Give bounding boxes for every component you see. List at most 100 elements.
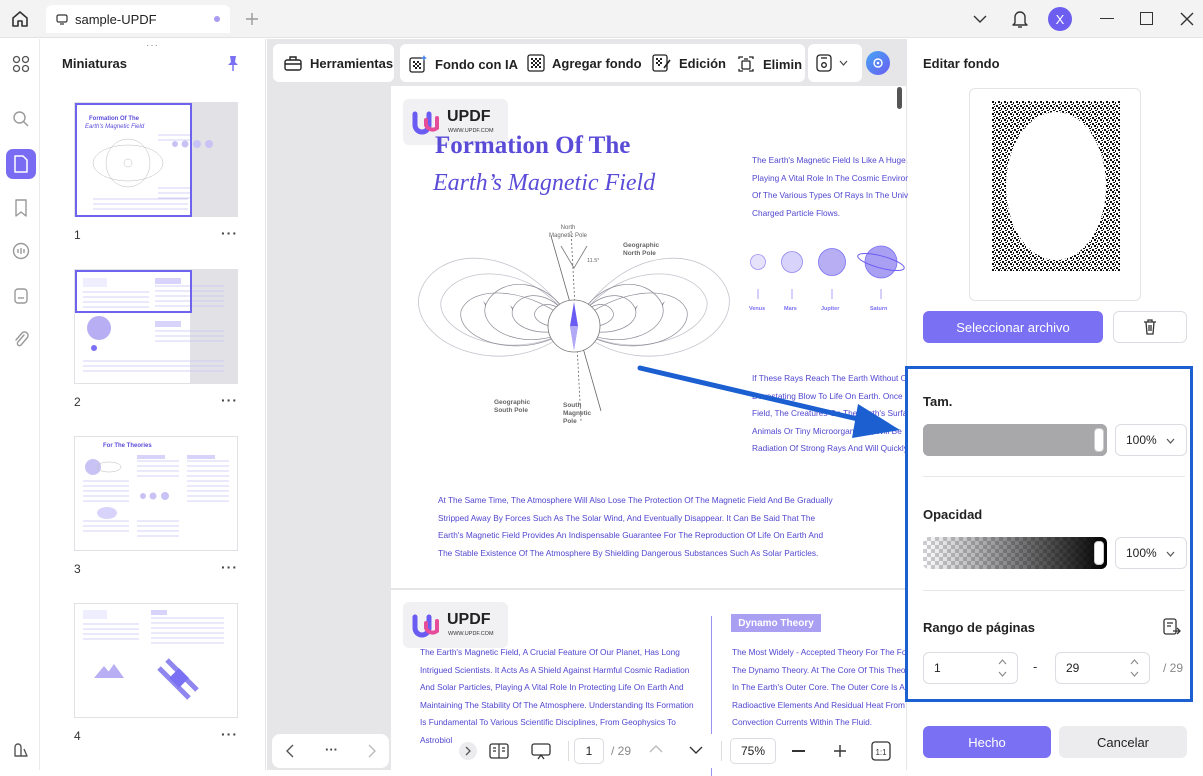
background-tools-group: Fondo con IA Agregar fondo Edición Elimi… [400, 44, 805, 82]
bell-icon[interactable] [1011, 9, 1029, 29]
planet-label: Mars [784, 306, 797, 312]
size-slider-fill [923, 424, 1107, 456]
opacity-slider-handle[interactable] [1094, 541, 1104, 565]
document-tab[interactable]: sample-UPDF [46, 5, 230, 33]
angle-label: 11.5° [587, 258, 600, 264]
avatar[interactable]: X [1048, 7, 1072, 31]
page-total: / 29 [611, 744, 632, 758]
resize-handle[interactable]: ··· [146, 40, 159, 51]
thumbnail-more-button[interactable]: ··· [221, 559, 238, 575]
chevron-right-icon[interactable] [367, 744, 377, 758]
thumbnails-panel: ··· Miniaturas Formation Of The Earth's … [41, 39, 266, 770]
planet-label: Jupiter [821, 306, 840, 312]
attachment-icon[interactable] [6, 325, 36, 355]
range-to-input[interactable]: 29 [1055, 652, 1150, 684]
divider [923, 590, 1185, 591]
vertical-scrollbar-thumb[interactable] [897, 87, 902, 109]
intro-paragraph: The Earth's Magnetic Field Is Like A Hug… [752, 155, 914, 218]
size-slider[interactable] [923, 424, 1107, 456]
collapse-arrow-icon[interactable] [459, 742, 477, 760]
tab-title: sample-UPDF [75, 11, 157, 27]
done-button[interactable]: Hecho [923, 726, 1051, 758]
maximize-icon[interactable] [1140, 12, 1153, 25]
frame-pattern-image [992, 101, 1120, 271]
panel-title: Editar fondo [923, 56, 1000, 71]
edit-background-button[interactable]: Edición [652, 54, 726, 72]
page-title: Formation Of The [435, 132, 631, 159]
new-tab-icon[interactable] [244, 11, 260, 27]
pin-icon[interactable] [226, 54, 240, 72]
thumbnail-more-button[interactable]: ··· [221, 726, 238, 742]
select-file-button[interactable]: Seleccionar archivo [923, 311, 1103, 343]
stepper-icon[interactable] [998, 658, 1007, 678]
zoom-level-input[interactable]: 75% [730, 738, 776, 764]
page-number-input[interactable]: 1 [574, 738, 604, 764]
svg-text:1:1: 1:1 [875, 748, 887, 757]
thumbnail-page-number: 1 [74, 228, 81, 242]
unsaved-dot [214, 16, 220, 22]
checker-icon [527, 54, 545, 72]
comment-icon[interactable] [6, 236, 36, 266]
opacity-slider[interactable] [923, 537, 1107, 569]
annotation-arrow [637, 365, 900, 438]
chevron-up-icon[interactable] [649, 744, 663, 754]
thumbnail-more-button[interactable]: ··· [221, 225, 238, 241]
page-thumbnail-1[interactable]: Formation Of The Earth's Magnetic Field [74, 102, 238, 217]
add-background-button[interactable]: Agregar fondo [527, 54, 642, 72]
page-subtitle: Earth’s Magnetic Field [433, 170, 656, 196]
page-thumbnail-4[interactable] [74, 603, 238, 718]
view-controls-bar: 1 / 29 75% 1:1 [453, 734, 902, 768]
page-range-options-icon[interactable] [1162, 617, 1182, 637]
search-icon[interactable] [6, 104, 36, 134]
left-rail [0, 39, 40, 770]
chevron-down-icon[interactable] [689, 745, 703, 755]
thumbnail-more-button[interactable]: ··· [221, 392, 238, 408]
page-thumbnails-icon[interactable] [6, 149, 36, 179]
page-range-label: Rango de páginas [923, 620, 1035, 635]
page-thumbnail-2[interactable] [74, 269, 238, 384]
actual-size-icon[interactable]: 1:1 [871, 741, 891, 761]
delete-button[interactable] [1113, 311, 1187, 343]
pdf-page-1[interactable]: UPDF WWW.UPDF.COM Formation Of The Earth… [391, 86, 913, 588]
geographic-north-pole-label: Geographic North Pole [623, 242, 660, 257]
reading-mode-icon[interactable] [489, 742, 509, 760]
thumb-title: For The Theories [103, 443, 152, 449]
zoom-in-icon[interactable] [833, 744, 847, 758]
thumbnail-page-number: 2 [74, 395, 81, 409]
toolbar: Herramientas Fondo con IA Agregar fondo … [270, 42, 906, 84]
chevron-down-icon [839, 60, 848, 66]
stepper-icon[interactable] [1130, 658, 1139, 678]
save-menu-button[interactable] [808, 44, 862, 82]
updf-logo: UPDF WWW.UPDF.COM [403, 602, 508, 648]
bookmark-icon[interactable] [6, 193, 36, 223]
size-dropdown[interactable]: 100% [1115, 424, 1187, 456]
close-icon[interactable] [1179, 11, 1195, 27]
range-from-input[interactable]: 1 [923, 652, 1018, 684]
size-label: Tam. [923, 394, 953, 409]
section-badge: Dynamo Theory [731, 614, 821, 632]
presentation-icon[interactable] [530, 742, 552, 760]
layers-icon[interactable] [6, 735, 36, 765]
zoom-out-icon[interactable] [792, 750, 805, 752]
home-icon[interactable] [10, 9, 30, 29]
size-slider-handle[interactable] [1094, 428, 1104, 452]
chevron-left-icon[interactable] [285, 744, 295, 758]
save-icon [816, 54, 832, 72]
apps-grid-icon[interactable] [6, 49, 36, 79]
opacity-label: Opacidad [923, 507, 983, 522]
ai-background-button[interactable]: Fondo con IA [408, 54, 518, 74]
tools-button[interactable]: Herramientas [273, 44, 394, 82]
chevron-down-icon[interactable] [972, 12, 988, 26]
minimize-icon[interactable] [1100, 18, 1114, 19]
range-dash: - [1033, 659, 1038, 674]
more-button[interactable]: ··· [325, 742, 338, 757]
atmosphere-paragraph: At The Same Time, The Atmosphere Will Al… [438, 495, 833, 558]
ai-assistant-icon[interactable] [866, 51, 890, 75]
page-nav-left: ··· [272, 734, 389, 768]
page-thumbnail-3[interactable]: For The Theories [74, 436, 238, 551]
remove-background-button[interactable]: Elimin [736, 54, 802, 74]
stamp-icon[interactable] [6, 281, 36, 311]
opacity-dropdown[interactable]: 100% [1115, 537, 1187, 569]
cancel-button[interactable]: Cancelar [1059, 726, 1187, 758]
range-total: / 29 [1163, 661, 1184, 675]
